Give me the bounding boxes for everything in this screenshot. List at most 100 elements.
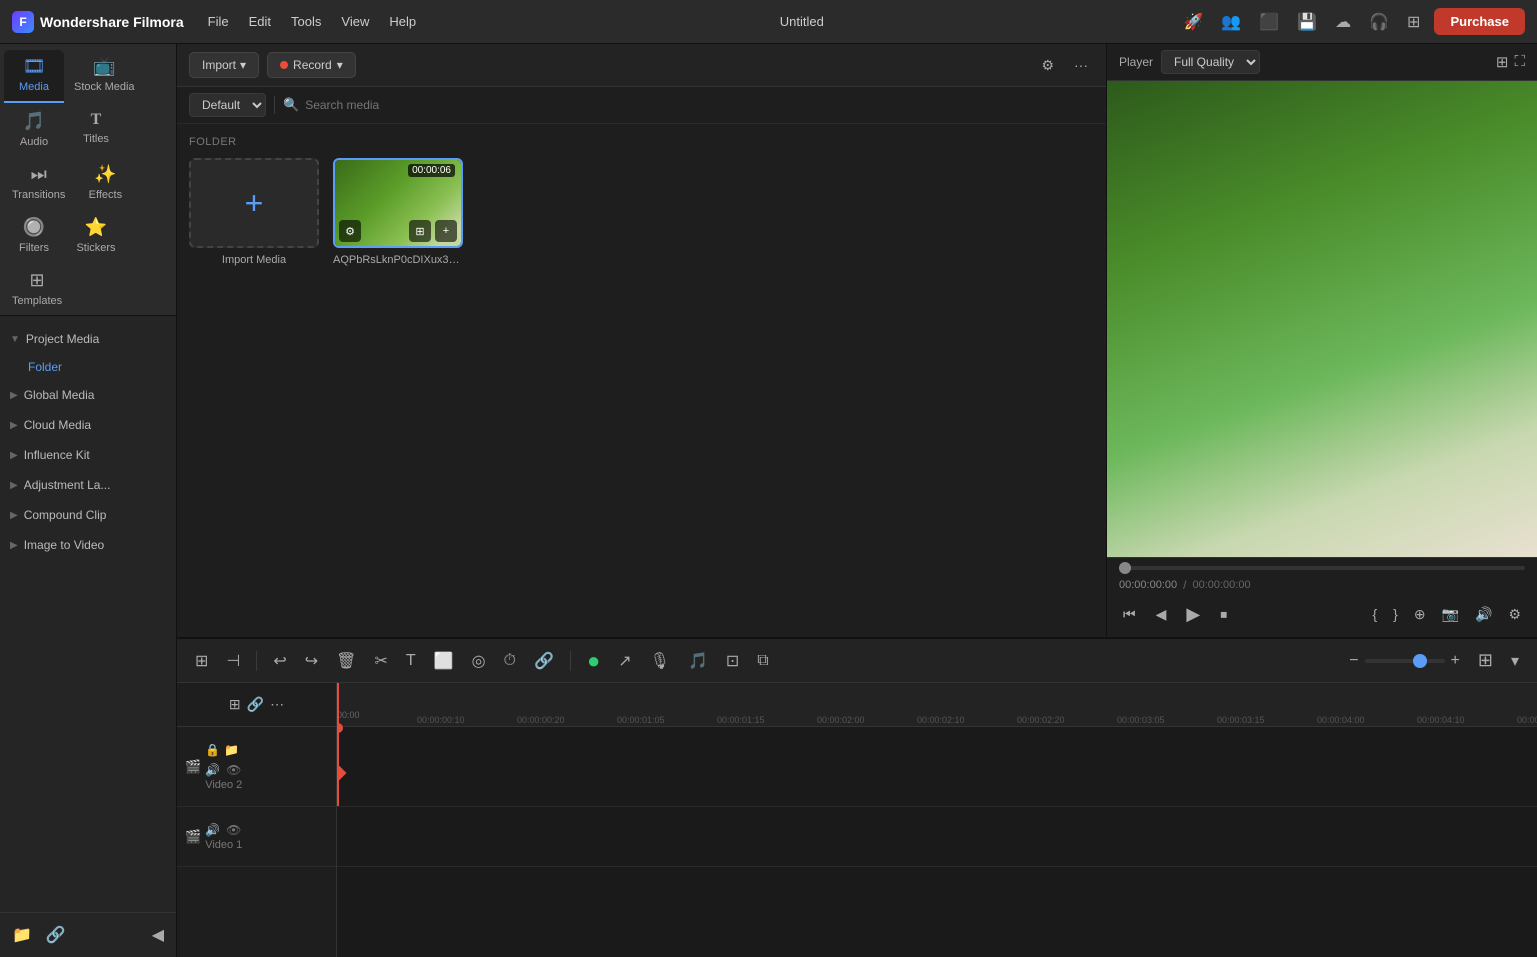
caption-icon[interactable]: ⊡ xyxy=(720,647,745,675)
add-audio-track-icon[interactable]: 🔗 xyxy=(247,696,264,713)
timeline-playhead[interactable] xyxy=(337,683,339,726)
more-options-icon[interactable]: ··· xyxy=(1068,53,1094,77)
thumb-add-to-timeline-icon[interactable]: ⊞ xyxy=(409,220,431,242)
color-match-icon[interactable]: ● xyxy=(581,644,606,678)
in-point-icon[interactable]: { xyxy=(1368,602,1381,627)
thumb-preview-icon[interactable]: + xyxy=(435,220,457,242)
link-icon[interactable]: 🔗 xyxy=(528,647,560,675)
zoom-slider[interactable] xyxy=(1365,659,1445,663)
magnet-icon[interactable]: ⊣ xyxy=(220,647,246,675)
community-icon[interactable]: 👥 xyxy=(1217,8,1245,36)
audio-duck-icon[interactable]: 🎵 xyxy=(682,647,714,675)
menu-view[interactable]: View xyxy=(333,10,377,33)
layout-icon[interactable]: ⬛ xyxy=(1255,8,1283,36)
ruler-tick-9: 00:00:03:15 xyxy=(1217,712,1265,726)
record-dropdown-icon[interactable]: ▾ xyxy=(337,58,343,72)
delete-icon[interactable]: 🗑 xyxy=(330,647,362,675)
ruler-tick-6: 00:00:02:10 xyxy=(917,712,965,726)
video1-eye-icon[interactable]: 👁 xyxy=(226,823,241,837)
sidebar-item-adjustment[interactable]: ▶ Adjustment La... xyxy=(0,470,176,500)
blend-icon[interactable]: ◎ xyxy=(466,647,492,675)
player-video-preview xyxy=(1107,81,1537,557)
media-video-item[interactable]: 00:00:06 ⊞ + ⚙ AQPbRsLknP0cDIXux3GUdv... xyxy=(333,158,463,266)
sort-select[interactable]: Default xyxy=(189,93,266,117)
sidebar-folder-item[interactable]: Folder xyxy=(0,354,176,380)
sidebar-item-cloud-media[interactable]: ▶ Cloud Media xyxy=(0,410,176,440)
record-button[interactable]: Record ▾ xyxy=(267,52,356,78)
quality-select[interactable]: Full Quality xyxy=(1161,50,1260,74)
tab-transitions[interactable]: ⏭ Transitions xyxy=(4,158,73,209)
tab-stock[interactable]: 📺 Stock Media xyxy=(66,50,143,103)
tab-audio[interactable]: 🎵 Audio xyxy=(4,105,64,156)
tab-effects[interactable]: ✨ Effects xyxy=(75,158,135,209)
timeline-ruler: 00:00 00:00:00:10 00:00:00:20 00:00:01:0… xyxy=(337,683,1537,727)
media-video-thumb[interactable]: 00:00:06 ⊞ + ⚙ xyxy=(333,158,463,248)
save-icon[interactable]: 💾 xyxy=(1293,8,1321,36)
filters-tab-icon: 🔘 xyxy=(23,217,45,238)
share-icon[interactable]: 🚀 xyxy=(1179,8,1207,36)
import-button[interactable]: Import ▾ xyxy=(189,52,259,78)
zoom-in-icon[interactable]: + xyxy=(1451,652,1460,670)
play-icon[interactable]: ▶ xyxy=(1182,600,1204,629)
menu-edit[interactable]: Edit xyxy=(241,10,279,33)
sidebar-item-image-to-video[interactable]: ▶ Image to Video xyxy=(0,530,176,560)
tab-templates[interactable]: ⊞ Templates xyxy=(4,264,70,315)
add-compound-icon[interactable]: ⋯ xyxy=(270,696,284,713)
frame-back-icon[interactable]: ◀ xyxy=(1152,602,1171,627)
motion-icon[interactable]: ↗ xyxy=(612,647,637,675)
settings-btn[interactable]: ⚙ xyxy=(1504,602,1525,627)
menu-help[interactable]: Help xyxy=(381,10,424,33)
menu-file[interactable]: File xyxy=(200,10,237,33)
text-icon[interactable]: T xyxy=(400,648,422,674)
player-progress-bar[interactable] xyxy=(1119,566,1525,570)
grid-view-icon[interactable]: ⊞ xyxy=(1496,53,1509,71)
new-folder-icon[interactable]: 📁 xyxy=(8,921,36,949)
video2-folder-icon[interactable]: 📁 xyxy=(224,743,239,757)
cut-icon[interactable]: ✂ xyxy=(368,647,393,675)
sidebar-item-global-media[interactable]: ▶ Global Media xyxy=(0,380,176,410)
import-media-thumb[interactable]: + xyxy=(189,158,319,248)
tab-media[interactable]: 🎞 Media xyxy=(4,50,64,103)
step-back-icon[interactable]: ⏮ xyxy=(1119,602,1140,627)
pip-icon[interactable]: ⧉ xyxy=(751,648,774,674)
add-track-icon[interactable]: ⊞ xyxy=(189,647,214,675)
menu-tools[interactable]: Tools xyxy=(283,10,329,33)
link-folder-icon[interactable]: 🔗 xyxy=(42,921,70,949)
redo-icon[interactable]: ↪ xyxy=(299,647,324,675)
ai-audio-icon[interactable]: 🎙 xyxy=(644,647,676,675)
headphone-icon[interactable]: 🎧 xyxy=(1365,8,1393,36)
sidebar-item-influence-kit[interactable]: ▶ Influence Kit xyxy=(0,440,176,470)
import-dropdown-icon[interactable]: ▾ xyxy=(240,58,246,72)
undo-icon[interactable]: ↩ xyxy=(267,647,292,675)
filter-icon[interactable]: ⚙ xyxy=(1035,53,1060,78)
fullscreen-icon[interactable]: ⛶ xyxy=(1514,53,1525,71)
video1-mute-icon[interactable]: 🔊 xyxy=(205,823,220,837)
grid-icon[interactable]: ⊞ xyxy=(1403,8,1424,36)
cloud-icon[interactable]: ☁ xyxy=(1331,8,1355,36)
tab-stickers[interactable]: ⭐ Stickers xyxy=(66,211,126,262)
video2-lock-icon[interactable]: 🔒 xyxy=(205,743,220,757)
volume-icon[interactable]: 🔊 xyxy=(1471,602,1496,627)
tab-filters[interactable]: 🔘 Filters xyxy=(4,211,64,262)
out-point-icon[interactable]: } xyxy=(1389,602,1402,627)
add-video-track-icon[interactable]: ⊞ xyxy=(229,696,241,713)
tab-titles[interactable]: T Titles xyxy=(66,105,126,156)
stop-icon[interactable]: ⏹ xyxy=(1216,602,1231,627)
purchase-button[interactable]: Purchase xyxy=(1434,8,1525,35)
crop-icon[interactable]: ⬜ xyxy=(428,647,460,675)
speed-icon[interactable]: ⏱ xyxy=(498,648,522,674)
add-to-timeline-icon[interactable]: ⊕ xyxy=(1410,602,1430,627)
video2-eye-icon[interactable]: 👁 xyxy=(226,763,241,777)
snapshot-icon[interactable]: 📷 xyxy=(1438,602,1463,627)
zoom-out-icon[interactable]: − xyxy=(1349,652,1358,670)
topbar-icons: 🚀 👥 ⬛ 💾 ☁ 🎧 ⊞ Purchase xyxy=(1179,8,1525,36)
grid-layout-icon[interactable]: ⊞ xyxy=(1472,646,1499,675)
sidebar-item-project-media[interactable]: ▼ Project Media xyxy=(0,324,176,354)
sidebar-item-compound-clip[interactable]: ▶ Compound Clip xyxy=(0,500,176,530)
collapse-panel-icon[interactable]: ◀ xyxy=(148,921,168,949)
import-media-item[interactable]: + Import Media xyxy=(189,158,319,266)
video2-mute-icon[interactable]: 🔊 xyxy=(205,763,220,777)
timeline-settings-icon[interactable]: ▾ xyxy=(1505,647,1525,675)
search-input[interactable] xyxy=(299,96,1094,114)
video1-track-icon: 🎬 xyxy=(185,829,201,845)
